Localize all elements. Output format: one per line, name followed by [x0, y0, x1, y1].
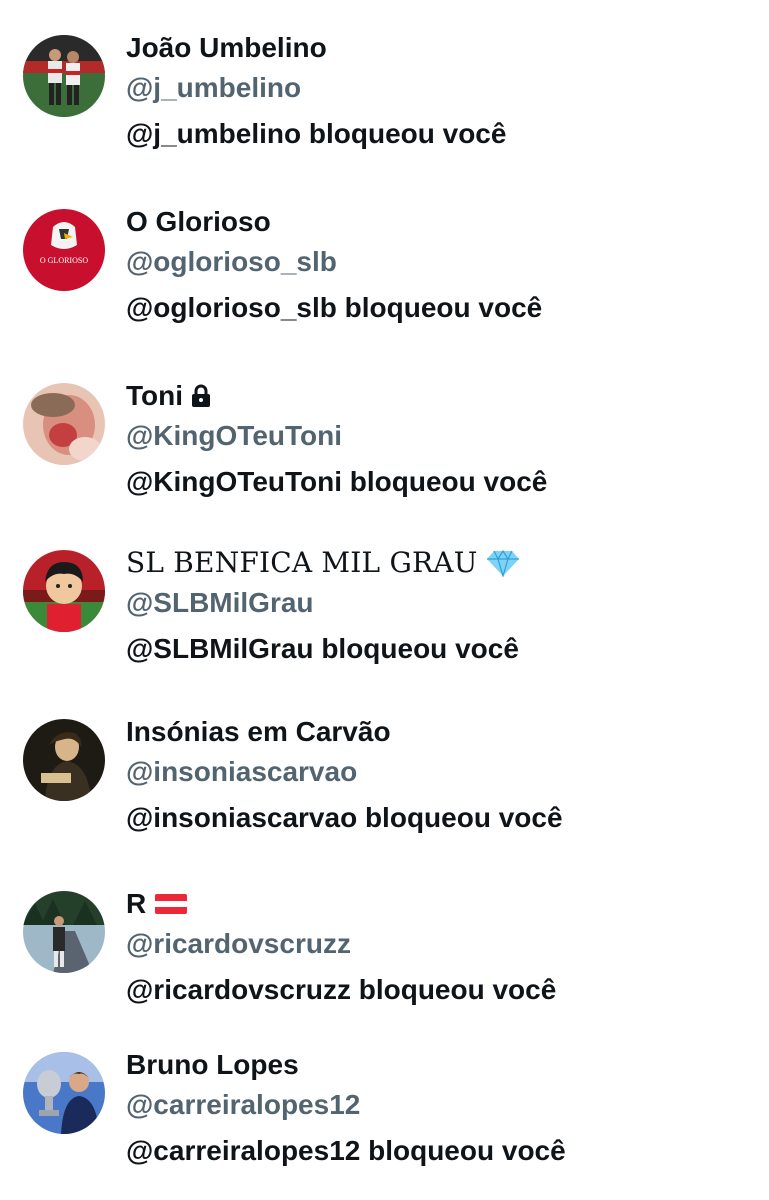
- avatar[interactable]: [23, 35, 105, 117]
- austria-flag-icon: [154, 892, 188, 916]
- account-handle[interactable]: @KingOTeuToni: [126, 418, 342, 454]
- blocked-status: @j_umbelino bloqueou você: [126, 118, 507, 149]
- account-handle[interactable]: @carreiralopes12: [126, 1087, 360, 1123]
- list-item[interactable]: SL BENFICA MIL GRAU @SLBMilGrau @SLBMilG…: [0, 515, 769, 675]
- blocked-status: @KingOTeuToni bloqueou você: [126, 466, 548, 497]
- blocked-status: @carreiralopes12 bloqueou você: [126, 1135, 566, 1166]
- blocked-status: @ricardovscruzz bloqueou você: [126, 974, 557, 1005]
- account-handle[interactable]: @j_umbelino: [126, 70, 301, 106]
- account-name: Bruno Lopes: [126, 1049, 299, 1080]
- avatar[interactable]: [23, 891, 105, 973]
- list-item[interactable]: Insónias em Carvão @insoniascarvao @inso…: [0, 684, 769, 844]
- avatar[interactable]: [23, 719, 105, 801]
- account-name: SL BENFICA MIL GRAU: [126, 545, 520, 581]
- account-handle[interactable]: @oglorioso_slb: [126, 244, 337, 280]
- list-item[interactable]: R @ricardovscruzz @ricardovscruzz bloque…: [0, 856, 769, 1016]
- avatar[interactable]: [23, 550, 105, 632]
- list-item[interactable]: Toni @KingOTeuToni @KingOTeuToni bloqueo…: [0, 348, 769, 508]
- account-name: Toni: [126, 378, 211, 414]
- account-handle[interactable]: @ricardovscruzz: [126, 926, 351, 962]
- account-handle[interactable]: @insoniascarvao: [126, 754, 357, 790]
- account-name: R: [126, 886, 188, 922]
- list-item[interactable]: João Umbelino @j_umbelino @j_umbelino bl…: [0, 0, 769, 160]
- blocked-status: @oglorioso_slb bloqueou você: [126, 292, 543, 323]
- account-name: Insónias em Carvão: [126, 716, 391, 747]
- list-item[interactable]: Bruno Lopes @carreiralopes12 @carreiralo…: [0, 1017, 769, 1177]
- account-name: João Umbelino: [126, 32, 327, 63]
- lock-icon: [191, 384, 211, 408]
- list-item[interactable]: O GLORIOSO O Glorioso @oglorioso_slb @og…: [0, 174, 769, 334]
- gem-icon: [486, 549, 520, 577]
- avatar[interactable]: O GLORIOSO: [23, 209, 105, 291]
- account-name: O Glorioso: [126, 206, 271, 237]
- avatar[interactable]: [23, 383, 105, 465]
- svg-text:O GLORIOSO: O GLORIOSO: [40, 256, 88, 265]
- blocked-status: @SLBMilGrau bloqueou você: [126, 633, 519, 664]
- account-handle[interactable]: @SLBMilGrau: [126, 585, 314, 621]
- blocked-status: @insoniascarvao bloqueou você: [126, 802, 563, 833]
- avatar[interactable]: [23, 1052, 105, 1134]
- blocked-accounts-list: João Umbelino @j_umbelino @j_umbelino bl…: [0, 0, 769, 1200]
